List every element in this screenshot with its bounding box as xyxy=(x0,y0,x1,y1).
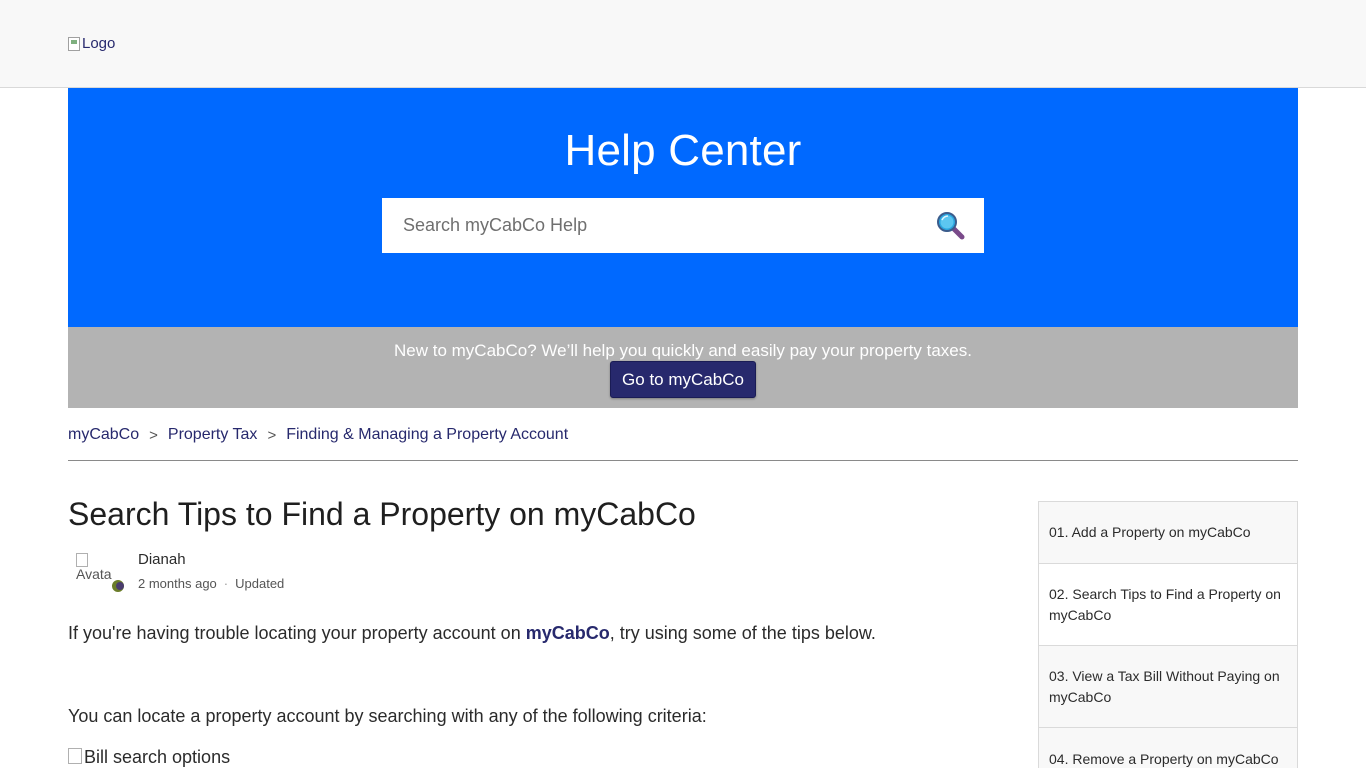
broken-image-icon xyxy=(68,36,80,51)
top-header: Logo xyxy=(0,0,1366,88)
article-title: Search Tips to Find a Property on myCabC… xyxy=(68,496,696,532)
logo-link[interactable]: Logo xyxy=(68,35,115,52)
updated-label: Updated xyxy=(235,576,285,591)
breadcrumb-item-property-tax[interactable]: Property Tax xyxy=(168,426,258,444)
hero-section: Help Center xyxy=(68,88,1298,327)
broken-image-icon xyxy=(76,553,88,567)
banner-text: New to myCabCo? We’ll help you quickly a… xyxy=(394,341,972,360)
time-ago: 2 months ago xyxy=(138,576,217,591)
logo-alt-text: Logo xyxy=(82,35,116,52)
breadcrumb: myCabCo > Property Tax > Finding & Manag… xyxy=(68,426,568,444)
go-to-mycabco-button[interactable]: Go to myCabCo xyxy=(610,361,756,398)
breadcrumb-item-finding-managing[interactable]: Finding & Managing a Property Account xyxy=(286,426,568,444)
image-alt-text: Bill search options xyxy=(84,747,231,767)
hero-title: Help Center xyxy=(564,126,802,175)
bill-search-image: Bill search options xyxy=(68,747,230,768)
related-articles-sidebar: 01. Add a Property on myCabCo 02. Search… xyxy=(1038,501,1298,768)
sidebar-item-view-tax-bill[interactable]: 03. View a Tax Bill Without Paying on my… xyxy=(1039,646,1297,728)
divider xyxy=(68,460,1298,461)
author-name[interactable]: Dianah xyxy=(138,551,186,568)
sidebar-item-label: 03. View a Tax Bill Without Paying on my… xyxy=(1049,667,1280,705)
broken-image-icon xyxy=(68,748,82,764)
promo-banner: New to myCabCo? We’ll help you quickly a… xyxy=(68,327,1298,408)
meta-separator: · xyxy=(223,576,229,591)
intro-paragraph: If you're having trouble locating your p… xyxy=(68,623,876,644)
avatar-alt-text: Avata xyxy=(76,566,112,582)
magnifier-icon xyxy=(937,212,965,240)
breadcrumb-separator: > xyxy=(149,426,158,444)
sidebar-item-remove-property[interactable]: 04. Remove a Property on myCabCo xyxy=(1039,728,1297,768)
mycabco-link[interactable]: myCabCo xyxy=(526,623,610,643)
sidebar-item-label: 01. Add a Property on myCabCo xyxy=(1049,524,1251,540)
criteria-paragraph: You can locate a property account by sea… xyxy=(68,706,707,726)
search-box xyxy=(382,198,984,253)
user-badge-icon xyxy=(110,578,126,594)
breadcrumb-item-mycabco[interactable]: myCabCo xyxy=(68,426,139,444)
sidebar-item-add-property[interactable]: 01. Add a Property on myCabCo xyxy=(1039,502,1297,564)
intro-text-after: , try using some of the tips below. xyxy=(609,623,876,643)
sidebar-item-label: 04. Remove a Property on myCabCo xyxy=(1049,750,1279,767)
search-button[interactable] xyxy=(936,211,966,241)
sidebar-item-label: 02. Search Tips to Find a Property on my… xyxy=(1049,585,1281,623)
breadcrumb-separator: > xyxy=(267,426,277,444)
article-meta: 2 months ago · Updated xyxy=(138,576,284,591)
intro-text-before: If you're having trouble locating your p… xyxy=(68,623,526,643)
search-input[interactable] xyxy=(382,198,922,253)
sidebar-item-search-tips[interactable]: 02. Search Tips to Find a Property on my… xyxy=(1039,564,1297,646)
